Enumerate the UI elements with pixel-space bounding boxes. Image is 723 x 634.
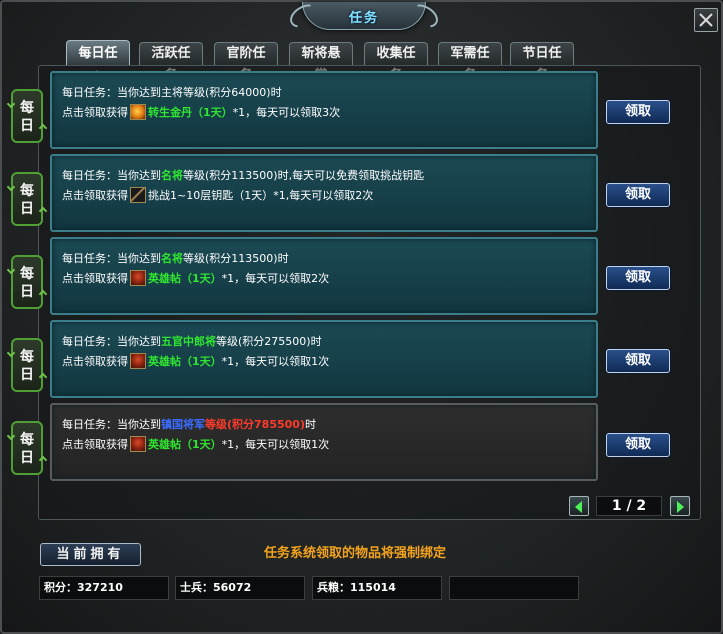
tab-bounty[interactable]: 斩将悬赏 — [289, 42, 353, 83]
soldiers-value: 士兵：56072 — [175, 576, 305, 600]
binding-notice: 任务系统领取的物品将强制绑定 — [264, 546, 447, 561]
title-plate: 任务 — [302, 2, 426, 30]
reward-item-name: 英雄帖（1天） — [148, 272, 222, 285]
reward-item-name: 转生金丹（1天） — [148, 106, 233, 119]
quest-requirement: 每日任务：当你达到镇国将军等级(积分785500)时 — [62, 418, 316, 431]
empty-stat-slot — [449, 576, 579, 600]
points-value: 积分：327210 — [39, 576, 169, 600]
quest-card: 每日任务：当你达到五官中郎将等级(积分275500)时 点击领取获得 英雄帖（1天… — [50, 320, 598, 398]
quest-requirement: 每日任务：当你达到名将等级(积分113500)时 — [62, 252, 289, 265]
tab-supply[interactable]: 军需任务 — [438, 42, 502, 83]
quest-card: 每日任务：当你达到名将等级(积分113500)时 点击领取获得 英雄帖（1天）*1… — [50, 237, 598, 315]
claim-button[interactable]: 领取 — [606, 100, 670, 124]
hero-card-icon[interactable] — [130, 436, 146, 452]
quest-window: 任务 每日任务 活跃任务 官阶任务 斩将悬赏 收集任务 军需任务 节日任务 每日… — [0, 0, 723, 634]
key-icon[interactable] — [130, 187, 146, 203]
quest-requirement: 每日任务：当你达到主将等级(积分64000)时 — [62, 86, 282, 99]
claim-button[interactable]: 领取 — [606, 183, 670, 207]
hero-card-icon[interactable] — [130, 353, 146, 369]
claim-button[interactable]: 领取 — [606, 349, 670, 373]
reward-item-name: 英雄帖（1天） — [148, 438, 222, 451]
prev-page-button[interactable] — [569, 496, 589, 516]
tab-active[interactable]: 活跃任务 — [139, 42, 203, 83]
close-button[interactable] — [694, 8, 718, 32]
quest-requirement: 每日任务：当你达到五官中郎将等级(积分275500)时 — [62, 335, 322, 348]
grain-value: 兵粮：115014 — [312, 576, 442, 600]
next-page-button[interactable] — [670, 496, 690, 516]
quest-reward: 点击领取获得 英雄帖（1天）*1，每天可以领取1次 — [62, 436, 330, 452]
current-holdings-button[interactable]: 当前拥有 — [40, 543, 141, 566]
quest-card: 每日任务：当你达到主将等级(积分64000)时 点击领取获得 转生金丹（1天）*1… — [50, 71, 598, 149]
rank-name: 五官中郎将 — [161, 335, 216, 348]
daily-tag: 每日 — [6, 89, 48, 143]
quest-requirement: 每日任务：当你达到名将等级(积分113500)时,每天可以免费领取挑战钥匙 — [62, 169, 425, 182]
daily-tag: 每日 — [6, 338, 48, 392]
rank-name: 镇国将军 — [161, 418, 205, 431]
quest-reward: 点击领取获得 英雄帖（1天）*1，每天可以领取1次 — [62, 353, 330, 369]
tab-daily[interactable]: 每日任务 — [66, 40, 130, 86]
close-icon — [699, 13, 713, 27]
daily-tag: 每日 — [6, 172, 48, 226]
quest-reward: 点击领取获得 挑战1~10层钥匙（1天）*1,每天可以领取2次 — [62, 187, 374, 203]
rank-points: 等级(积分785500) — [205, 418, 305, 431]
quest-reward: 点击领取获得 转生金丹（1天）*1，每天可以领取3次 — [62, 104, 341, 120]
cycle-arrow-icon — [6, 182, 16, 192]
cycle-arrow-icon — [6, 265, 16, 275]
tab-festival[interactable]: 节日任务 — [510, 42, 574, 83]
daily-tag: 每日 — [6, 421, 48, 475]
golden-pill-icon[interactable] — [130, 104, 146, 120]
window-title: 任务 — [348, 11, 379, 26]
page-indicator: 1 / 2 — [596, 496, 662, 516]
claim-button[interactable]: 领取 — [606, 266, 670, 290]
rank-name: 名将 — [161, 169, 183, 182]
quest-card: 每日任务：当你达到镇国将军等级(积分785500)时 点击领取获得 英雄帖（1天）… — [50, 403, 598, 481]
rank-name: 名将 — [161, 252, 183, 265]
claim-button[interactable]: 领取 — [606, 433, 670, 457]
hero-card-icon[interactable] — [130, 270, 146, 286]
cycle-arrow-icon — [6, 348, 16, 358]
reward-item-name: 英雄帖（1天） — [148, 355, 222, 368]
daily-tag: 每日 — [6, 255, 48, 309]
quest-card: 每日任务：当你达到名将等级(积分113500)时,每天可以免费领取挑战钥匙 点击… — [50, 154, 598, 232]
tab-rank[interactable]: 官阶任务 — [214, 42, 278, 83]
tab-collect[interactable]: 收集任务 — [364, 42, 428, 83]
cycle-arrow-icon — [6, 99, 16, 109]
reward-item-name: 挑战1~10层钥匙（1天） — [148, 189, 274, 202]
cycle-arrow-icon — [6, 431, 16, 441]
quest-reward: 点击领取获得 英雄帖（1天）*1，每天可以领取2次 — [62, 270, 330, 286]
